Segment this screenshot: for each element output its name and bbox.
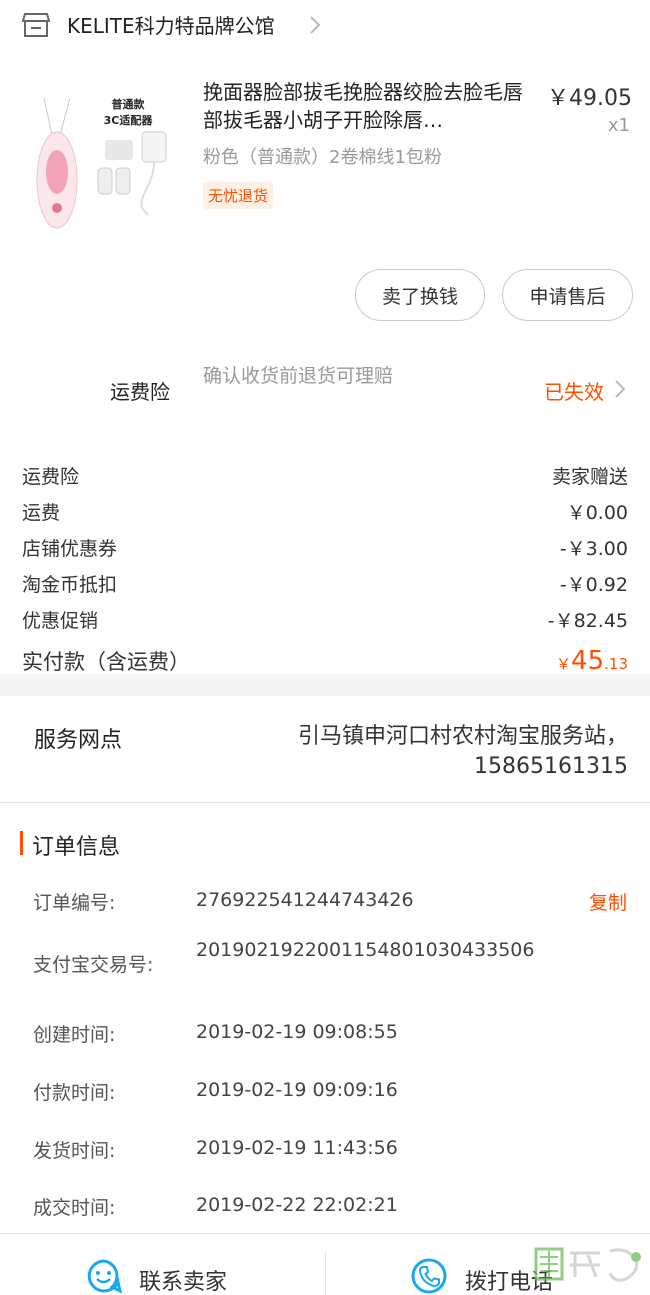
store-icon [22, 13, 50, 37]
paid-decimal: .13 [604, 655, 628, 673]
order-info-key: 订单编号: [33, 892, 116, 914]
fee-value: -￥3.00 [559, 538, 628, 560]
fee-row: 优惠促销 -￥82.45 [22, 606, 628, 633]
order-info-value: 2019021922001154801030433506 [196, 939, 535, 961]
watermark-logo [534, 1247, 641, 1282]
order-info-value: 2019-02-22 22:02:21 [196, 1194, 398, 1216]
fee-row: 运费险 卖家赠送 [22, 462, 628, 489]
store-name[interactable]: KELITE科力特品牌公馆 [67, 12, 275, 40]
chevron-right-icon [310, 16, 321, 34]
image-caption-2: 3C适配器 [104, 113, 154, 127]
copy-button[interactable]: 复制 [589, 888, 627, 915]
insurance-status[interactable]: 已失效 [544, 376, 604, 405]
fee-value: ￥0.00 [566, 502, 628, 524]
order-info-key: 创建时间: [33, 1024, 116, 1046]
fee-value: -￥82.45 [547, 610, 628, 632]
paid-amount: ￥45.13 [556, 646, 628, 676]
order-info-key: 付款时间: [33, 1082, 116, 1104]
order-info-value: 276922541244743426 [196, 889, 414, 911]
sell-button[interactable]: 卖了换钱 [355, 269, 485, 321]
insurance-description: 确认收货前退货可理赔 [203, 365, 394, 387]
fee-label: 淘金币抵扣 [22, 574, 118, 596]
product-sku: 粉色（普通款）2卷棉线1包粉 [203, 147, 442, 168]
order-info-value: 2019-02-19 09:09:16 [196, 1079, 398, 1101]
fee-label: 店铺优惠券 [22, 538, 118, 560]
refund-tag: 无忧退货 [203, 182, 274, 209]
order-info-key: 支付宝交易号: [33, 954, 154, 976]
product-quantity: x1 [607, 115, 630, 136]
fee-value: -￥0.92 [559, 574, 628, 596]
store-header[interactable]: KELITE科力特品牌公馆 [0, 0, 650, 56]
order-info-value: 2019-02-19 11:43:56 [196, 1137, 398, 1159]
order-info-title: 订单信息 [32, 835, 121, 860]
product-title[interactable]: 挽面器脸部拔毛挽脸器绞脸去脸毛唇部拔毛器小胡子开脸除唇… [203, 78, 535, 134]
after-sale-button[interactable]: 申请售后 [502, 269, 633, 321]
paid-currency: ￥ [556, 655, 572, 673]
phone-icon[interactable] [411, 1258, 447, 1294]
image-caption-1: 普通款 [112, 97, 146, 111]
paid-total-row: 实付款（含运费） ￥45.13 [22, 646, 628, 676]
chevron-right-icon[interactable] [614, 378, 626, 400]
order-info-key: 成交时间: [33, 1197, 116, 1219]
fee-row: 淘金币抵扣 -￥0.92 [22, 570, 628, 597]
divider [0, 802, 650, 803]
contact-seller-button[interactable]: 联系卖家 [139, 1264, 227, 1295]
insurance-label: 运费险 [110, 380, 170, 404]
service-point-value: 引马镇申河口村农村淘宝服务站，15865161315 [297, 724, 628, 779]
fee-row: 运费 ￥0.00 [22, 498, 628, 525]
fee-label: 运费 [22, 502, 61, 524]
service-point-label: 服务网点 [34, 728, 123, 753]
fee-label: 优惠促销 [22, 610, 99, 632]
product-price: ￥49.05 [547, 86, 632, 111]
chat-face-icon[interactable] [86, 1258, 122, 1294]
paid-integer: 45 [571, 646, 605, 676]
order-info-value: 2019-02-19 09:08:55 [196, 1021, 398, 1043]
divider [325, 1252, 326, 1295]
paid-label: 实付款（含运费） [22, 650, 190, 674]
order-info-key: 发货时间: [33, 1140, 116, 1162]
fee-value: 卖家赠送 [551, 466, 628, 488]
section-marker [20, 831, 23, 855]
product-image[interactable]: 普通款 3C适配器 [30, 80, 180, 230]
fee-row: 店铺优惠券 -￥3.00 [22, 534, 628, 561]
fee-label: 运费险 [22, 466, 80, 488]
section-gap [0, 674, 650, 696]
